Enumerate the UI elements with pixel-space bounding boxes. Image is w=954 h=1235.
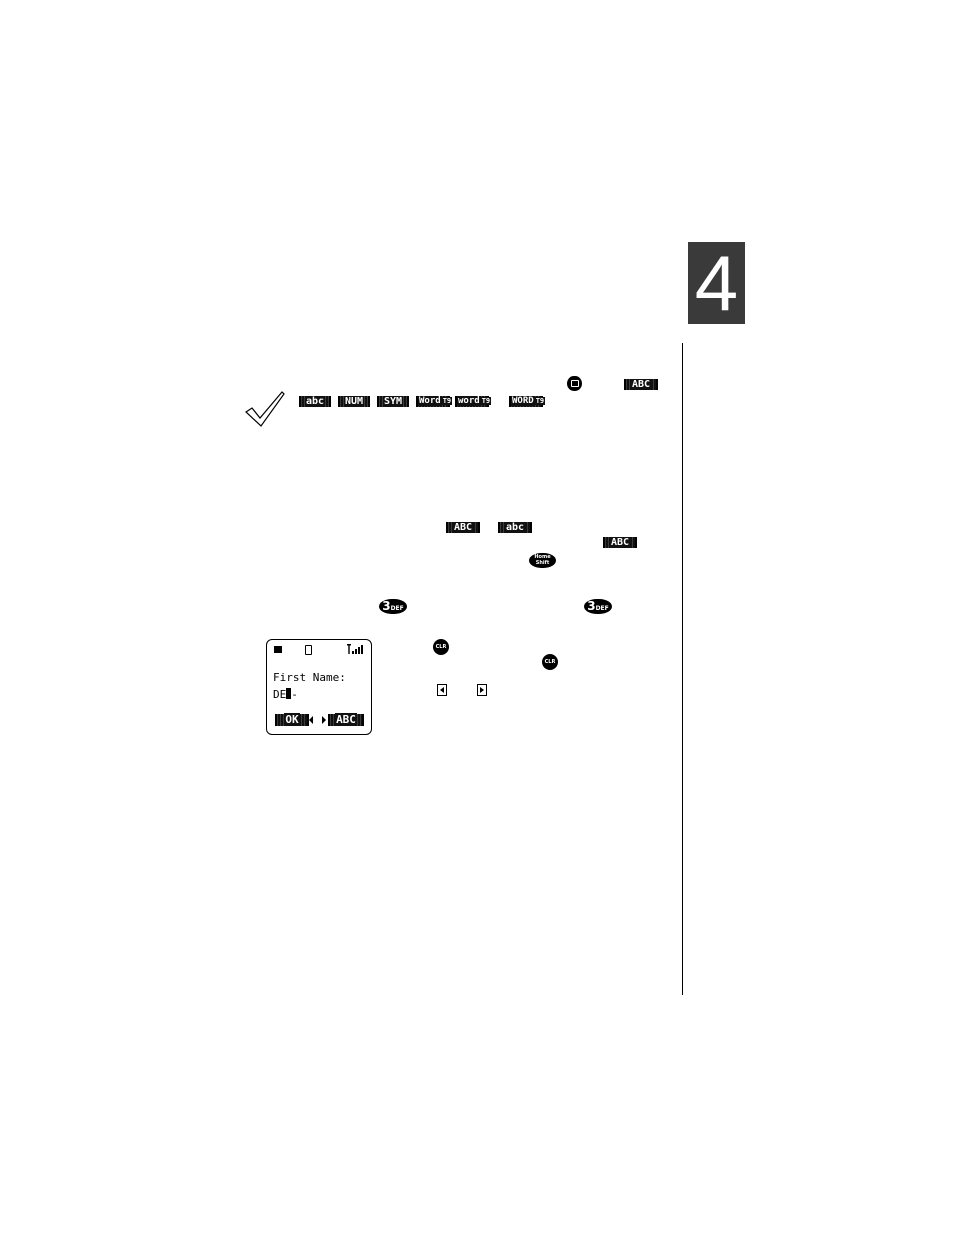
abc-lower-label: abc — [304, 396, 326, 407]
def-letters: DEF — [390, 605, 404, 612]
home-shift-key-icon: Home Shift — [529, 553, 556, 568]
word-upper-t9-mode-badge: WORD T9 — [509, 396, 546, 407]
sym-mode-badge: SYM — [377, 396, 409, 407]
word-lower-t9-mode-badge: word T9 — [455, 396, 492, 407]
def-letters: DEF — [595, 605, 609, 612]
menu-key-icon — [567, 376, 582, 391]
lcd-entry-line: DE - — [273, 685, 298, 701]
ok-softkey-label: OK — [284, 713, 300, 726]
three-def-key-icon: 3DEF — [584, 599, 612, 614]
softkey-right-arrow — [322, 716, 326, 724]
abc-softkey-label: ABC — [335, 713, 357, 726]
chapter-number: 4 — [694, 239, 739, 327]
abc-softkey: ABC — [328, 713, 364, 726]
lcd-field-label: First Name: — [273, 671, 346, 684]
chapter-number-tab: 4 — [688, 242, 745, 324]
abc-lower-mode-badge: abc — [498, 522, 532, 533]
lcd-cursor-tail: - — [291, 688, 298, 701]
abc-upper-mode-badge: ABC — [603, 537, 637, 548]
sym-label: SYM — [382, 396, 404, 407]
margin-divider — [682, 343, 683, 995]
left-arrow-key-icon — [437, 684, 447, 696]
word-upper-label: WORD — [511, 396, 535, 406]
clr-key-icon: CLR — [542, 654, 558, 670]
t9-label: T9 — [441, 397, 453, 405]
clr-label: CLR — [435, 644, 447, 650]
word-label: Word — [418, 396, 442, 406]
three-def-key-icon: 3DEF — [379, 599, 407, 614]
t9-label: T9 — [534, 397, 546, 405]
abc-upper-label: ABC — [630, 379, 652, 390]
clr-key-icon: CLR — [433, 639, 449, 655]
abc-lower-mode-badge: abc — [299, 396, 331, 407]
word-t9-mode-badge: Word T9 — [416, 396, 453, 407]
num-mode-badge: NUM — [338, 396, 370, 407]
lcd-entry-text: DE — [273, 688, 287, 701]
abc-upper-label: ABC — [609, 537, 631, 548]
three-digit: 3 — [587, 599, 596, 613]
phone-status-icon — [305, 645, 312, 655]
shift-key-label: Shift — [535, 560, 550, 566]
t9-label: T9 — [480, 397, 492, 405]
checkmark-icon — [245, 391, 285, 427]
signal-strength-icon — [347, 644, 363, 654]
phone-screen-illustration: First Name: DE - OK ABC — [266, 639, 372, 735]
abc-upper-mode-badge: ABC — [446, 522, 480, 533]
three-digit: 3 — [382, 599, 391, 613]
right-arrow-key-icon — [477, 684, 487, 696]
abc-upper-label: ABC — [452, 522, 474, 533]
abc-lower-label: abc — [504, 522, 526, 533]
num-label: NUM — [343, 396, 365, 407]
abc-upper-mode-badge: ABC — [624, 379, 658, 390]
softkey-left-arrow — [309, 716, 313, 724]
word-lower-label: word — [457, 396, 481, 406]
ok-softkey: OK — [275, 713, 309, 726]
battery-icon — [274, 646, 282, 653]
clr-label: CLR — [544, 659, 556, 665]
